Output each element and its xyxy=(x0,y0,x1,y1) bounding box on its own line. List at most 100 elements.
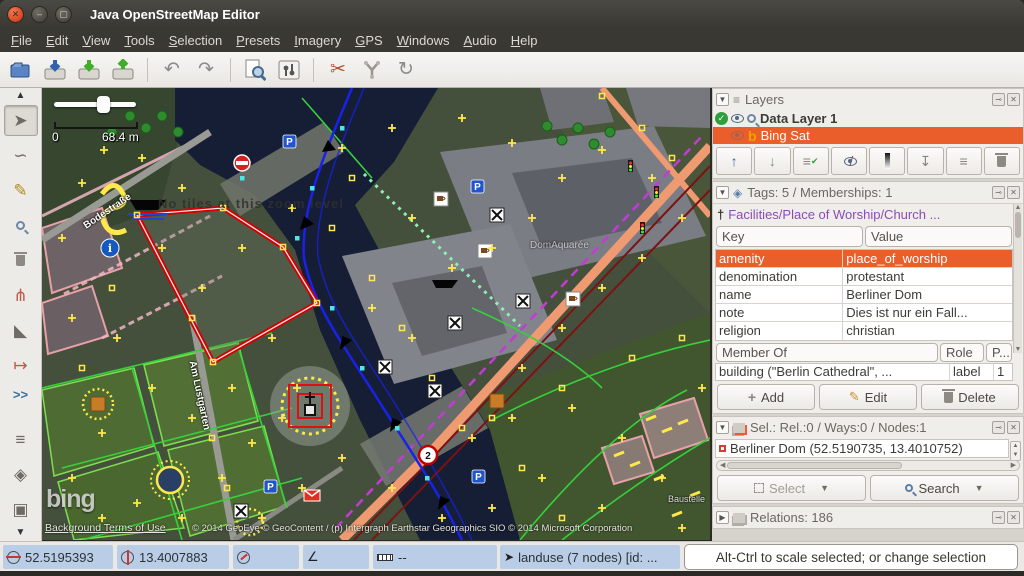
hscrollbar-thumb[interactable] xyxy=(727,462,902,469)
role-header[interactable]: Role xyxy=(940,343,984,362)
scroll-up-icon[interactable]: ▲ xyxy=(1014,204,1022,211)
tag-value[interactable]: Berliner Dom xyxy=(843,286,1012,303)
add-tag-button[interactable]: +Add xyxy=(717,384,815,410)
select-tool-icon[interactable]: ➤ xyxy=(4,105,38,136)
zoom-tool-icon[interactable] xyxy=(4,210,38,241)
zoom-slider-knob[interactable] xyxy=(97,96,110,113)
activate-layer-button[interactable]: ≡✔ xyxy=(793,147,829,175)
menu-item[interactable]: File xyxy=(4,30,39,51)
tag-row[interactable]: religion christian xyxy=(716,322,1012,340)
merge-layer-button[interactable]: ↧ xyxy=(907,147,943,175)
layer-row[interactable]: ✓ Data Layer 1 xyxy=(713,110,1023,127)
unglue-tool-icon[interactable]: ⋔ xyxy=(4,280,38,311)
tag-value[interactable]: Dies ist nur ein Fall... xyxy=(843,304,1012,321)
close-panel-icon[interactable]: ✕ xyxy=(1007,511,1020,524)
collapse-panel-icon[interactable]: ▼ xyxy=(716,421,729,434)
map-zoom-slider[interactable] xyxy=(54,102,136,107)
preset-link-row[interactable]: † Facilities/Place of Worship/Church ... xyxy=(713,203,1023,224)
minimize-window-icon[interactable]: – xyxy=(31,6,48,23)
tag-key[interactable]: name xyxy=(716,286,843,303)
combine-way-icon[interactable] xyxy=(356,55,388,85)
membership-position[interactable]: 1 xyxy=(994,364,1012,380)
member-of-header[interactable]: Member Of xyxy=(716,343,938,362)
collapse-toolstrip-icon[interactable]: ▲ xyxy=(16,90,26,101)
membership-role[interactable]: label xyxy=(950,364,994,380)
download-osm-data-icon[interactable] xyxy=(39,55,71,85)
delete-layer-button[interactable] xyxy=(984,147,1020,175)
layer-row[interactable]: ✓ b Bing Sat xyxy=(713,127,1023,144)
delete-tag-button[interactable]: Delete xyxy=(921,384,1019,410)
search-icon[interactable] xyxy=(239,55,271,85)
menu-item[interactable]: GPS xyxy=(348,30,389,51)
visibility-eye-icon[interactable] xyxy=(731,131,744,140)
selection-spinner[interactable]: ▲▼ xyxy=(1010,441,1021,461)
download-along-icon[interactable] xyxy=(73,55,105,85)
membership-relation[interactable]: building ("Berlin Cathedral", ... xyxy=(716,364,950,380)
selected-object-label[interactable]: Berliner Dom (52.5190735, 13.4010752) xyxy=(730,441,963,456)
maximize-window-icon[interactable]: ▢ xyxy=(55,6,72,23)
selection-hscrollbar[interactable]: ◀ ▶ xyxy=(716,460,1020,471)
value-column-header[interactable]: Value xyxy=(865,226,1012,247)
title-bar[interactable]: ✕ – ▢ Java OpenStreetMap Editor xyxy=(0,0,1024,28)
collapse-panel-icon[interactable]: ▼ xyxy=(716,186,729,199)
sticky-pin-icon[interactable]: ⊸ xyxy=(992,186,1005,199)
scroll-right-icon[interactable]: ▶ xyxy=(1011,461,1016,470)
tag-key[interactable]: amenity xyxy=(716,250,843,267)
move-layer-up-button[interactable]: ↑ xyxy=(716,147,752,175)
close-panel-icon[interactable]: ✕ xyxy=(1007,421,1020,434)
map-canvas[interactable]: i 2 xyxy=(42,88,710,540)
split-way-icon[interactable]: ✂ xyxy=(322,55,354,85)
scroll-left-icon[interactable]: ◀ xyxy=(720,461,725,470)
undo-icon[interactable]: ↶ xyxy=(156,55,188,85)
key-column-header[interactable]: Key xyxy=(716,226,863,247)
menu-item[interactable]: Selection xyxy=(162,30,229,51)
toggle-selection-panel-icon[interactable]: ▣ xyxy=(4,494,38,525)
lasso-tool-icon[interactable]: ∽ xyxy=(4,140,38,171)
tag-row[interactable]: denomination protestant xyxy=(716,268,1012,286)
show-hide-layer-button[interactable]: / xyxy=(831,147,867,175)
select-button[interactable]: Select ▼ xyxy=(717,475,866,501)
scroll-down-icon[interactable]: ▼ xyxy=(1014,346,1022,353)
move-layer-down-button[interactable]: ↓ xyxy=(754,147,790,175)
menu-item[interactable]: Presets xyxy=(229,30,287,51)
menu-item[interactable]: Windows xyxy=(390,30,457,51)
draw-node-tool-icon[interactable]: ✎ xyxy=(4,175,38,206)
chevron-down-icon[interactable]: ▼ xyxy=(975,483,984,493)
collapse-panel-icon[interactable]: ▼ xyxy=(716,93,729,106)
preset-link[interactable]: Facilities/Place of Worship/Church ... xyxy=(728,207,940,222)
selected-object-item[interactable]: Berliner Dom (52.5190735, 13.4010752) xyxy=(715,439,1009,458)
menu-item[interactable]: Imagery xyxy=(287,30,348,51)
toggle-tags-panel-icon[interactable]: ◈ xyxy=(4,459,38,490)
active-layer-check-icon[interactable]: ✓ xyxy=(715,112,728,125)
extrude-tool-icon[interactable]: ◣ xyxy=(4,315,38,346)
expand-toolstrip-icon[interactable]: ▼ xyxy=(16,527,26,538)
tag-value[interactable]: protestant xyxy=(843,268,1012,285)
refresh-icon[interactable]: ↻ xyxy=(390,55,422,85)
toggle-layers-panel-icon[interactable]: ≡ xyxy=(4,424,38,455)
scrollbar-thumb[interactable] xyxy=(1015,212,1021,238)
redo-icon[interactable]: ↷ xyxy=(190,55,222,85)
chevron-down-icon[interactable]: ▼ xyxy=(820,483,829,493)
visibility-eye-icon[interactable] xyxy=(731,114,744,123)
layer-opacity-button[interactable] xyxy=(869,147,905,175)
position-header[interactable]: P... xyxy=(986,343,1012,362)
background-terms-link[interactable]: Background Terms of Use xyxy=(45,522,166,534)
duplicate-layer-button[interactable]: ≡ xyxy=(946,147,982,175)
expand-panel-icon[interactable]: ▶ xyxy=(716,511,729,524)
membership-row[interactable]: building ("Berlin Cathedral", ... label … xyxy=(715,363,1013,381)
sticky-pin-icon[interactable]: ⊸ xyxy=(992,93,1005,106)
tag-key[interactable]: note xyxy=(716,304,843,321)
close-window-icon[interactable]: ✕ xyxy=(7,6,24,23)
tag-value[interactable]: christian xyxy=(843,322,1012,340)
tag-key[interactable]: religion xyxy=(716,322,843,340)
menu-item[interactable]: Help xyxy=(504,30,545,51)
tag-key[interactable]: denomination xyxy=(716,268,843,285)
more-tools-button[interactable]: >> xyxy=(13,387,28,402)
menu-item[interactable]: Audio xyxy=(456,30,503,51)
close-panel-icon[interactable]: ✕ xyxy=(1007,93,1020,106)
tag-row[interactable]: amenity place_of_worship xyxy=(716,250,1012,268)
close-panel-icon[interactable]: ✕ xyxy=(1007,186,1020,199)
delete-tool-icon[interactable] xyxy=(4,245,38,276)
sticky-pin-icon[interactable]: ⊸ xyxy=(992,421,1005,434)
menu-item[interactable]: Edit xyxy=(39,30,75,51)
